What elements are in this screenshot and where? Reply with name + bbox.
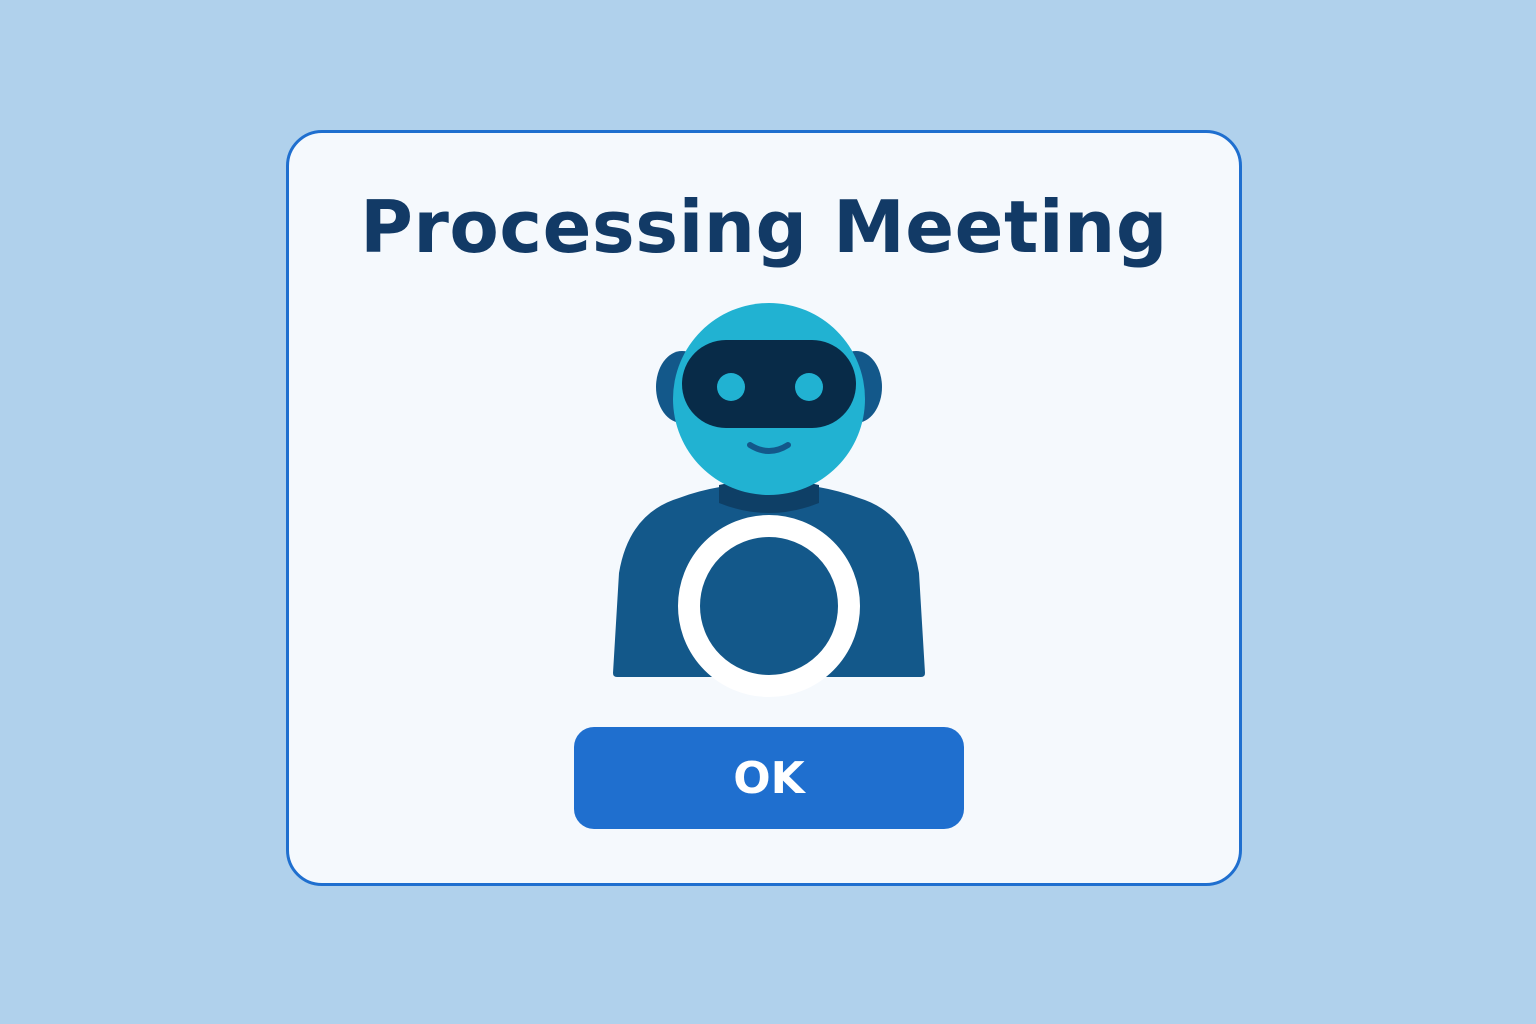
processing-dialog: Processing Meeting OK (286, 130, 1242, 886)
robot-left-eye (717, 373, 745, 401)
loading-ring-icon (678, 515, 860, 697)
ok-button[interactable]: OK (574, 727, 964, 829)
robot-assistant-icon (613, 303, 925, 697)
robot-visor (682, 340, 856, 428)
dialog-title: Processing Meeting (360, 185, 1168, 269)
robot-right-eye (795, 373, 823, 401)
